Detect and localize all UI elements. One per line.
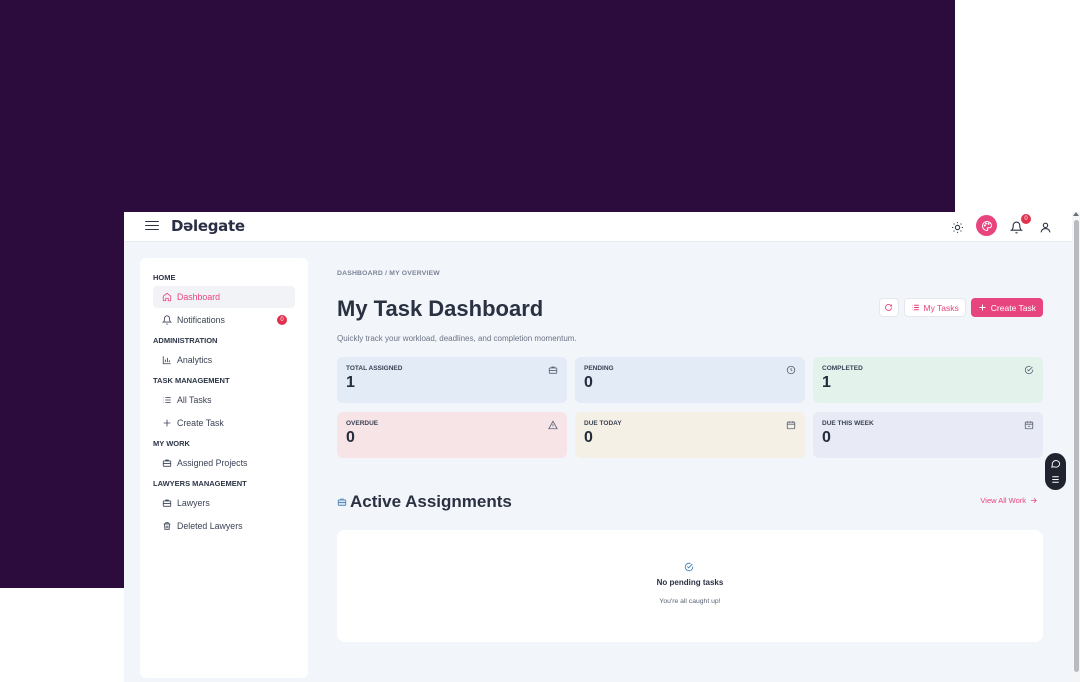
sidebar-section-task-management: TASK MANAGEMENT — [153, 376, 230, 385]
stat-value: 0 — [346, 429, 355, 446]
list-icon — [911, 304, 919, 311]
vertical-scrollbar[interactable] — [1072, 212, 1080, 682]
home-icon — [162, 292, 172, 302]
warning-icon — [548, 420, 558, 430]
my-tasks-label: My Tasks — [923, 302, 959, 313]
my-tasks-button[interactable]: My Tasks — [903, 298, 966, 317]
list-icon — [162, 395, 172, 405]
sidebar-item-deleted-lawyers[interactable]: Deleted Lawyers — [153, 515, 295, 537]
stat-value: 0 — [822, 429, 831, 446]
user-profile-icon[interactable] — [1034, 216, 1056, 238]
stat-card-overdue[interactable]: OVERDUE 0 — [337, 412, 567, 458]
scroll-up-arrow-icon[interactable] — [1073, 212, 1079, 216]
create-task-label: Create Task — [990, 302, 1036, 313]
plus-icon — [979, 304, 986, 311]
sidebar-item-label: Create Task — [177, 418, 224, 428]
stat-card-due-this-week[interactable]: DUE THIS WEEK 0 — [813, 412, 1043, 458]
header-actions: My Tasks Create Task — [878, 298, 1043, 317]
bell-icon — [162, 315, 172, 325]
empty-state-subtitle: You're all caught up! — [659, 598, 721, 605]
stat-value: 1 — [346, 374, 355, 391]
active-assignments-empty-state: No pending tasks You're all caught up! — [337, 530, 1043, 642]
check-circle-icon — [1024, 365, 1034, 375]
page-title: My Task Dashboard — [337, 296, 544, 321]
top-bar: Dəlegate 0 — [124, 212, 1072, 242]
section-title: Active Assignments — [350, 492, 512, 511]
trash-icon — [162, 521, 172, 531]
briefcase-icon — [162, 498, 172, 508]
briefcase-icon — [337, 498, 347, 506]
sidebar-item-label: Lawyers — [177, 498, 210, 508]
hamburger-menu-icon[interactable] — [145, 218, 159, 232]
stat-cards: TOTAL ASSIGNED 1 PENDING 0 COMPLETED 1 O… — [337, 357, 1043, 458]
sidebar-item-analytics[interactable]: Analytics — [153, 349, 295, 371]
floating-action-group — [1045, 453, 1066, 490]
palette-avatar-icon[interactable] — [976, 215, 997, 236]
page-subtitle: Quickly track your workload, deadlines, … — [337, 334, 577, 343]
chat-bubble-icon[interactable] — [1050, 458, 1061, 469]
stat-label: OVERDUE — [346, 420, 379, 427]
stat-card-pending[interactable]: PENDING 0 — [575, 357, 805, 403]
refresh-button[interactable] — [878, 298, 899, 317]
briefcase-icon — [548, 366, 558, 374]
notifications-bell-icon[interactable]: 0 — [1005, 214, 1031, 238]
calendar-icon — [1024, 421, 1034, 430]
active-assignments-header: Active Assignments — [337, 492, 512, 512]
app-window: Dəlegate 0 HOME Dashboard Notifications … — [124, 212, 1080, 682]
notifications-count-badge: 0 — [277, 315, 287, 325]
stat-card-total-assigned[interactable]: TOTAL ASSIGNED 1 — [337, 357, 567, 403]
stat-card-due-today[interactable]: DUE TODAY 0 — [575, 412, 805, 458]
stat-label: COMPLETED — [822, 365, 863, 372]
stat-label: TOTAL ASSIGNED — [346, 365, 403, 372]
menu-lines-icon[interactable] — [1050, 474, 1061, 485]
sidebar-section-lawyers-management: LAWYERS MANAGEMENT — [153, 479, 247, 488]
stat-label: PENDING — [584, 365, 614, 372]
stat-value: 0 — [584, 374, 593, 391]
sidebar-item-label: All Tasks — [177, 395, 212, 405]
sidebar-item-label: Dashboard — [177, 292, 221, 302]
stat-value: 0 — [584, 429, 593, 446]
stat-label: DUE THIS WEEK — [822, 420, 874, 427]
sidebar-item-assigned-projects[interactable]: Assigned Projects — [153, 452, 295, 474]
notification-count-badge: 0 — [1021, 214, 1031, 224]
sidebar-section-administration: ADMINISTRATION — [153, 336, 218, 345]
chart-icon — [162, 355, 172, 365]
breadcrumb: DASHBOARD / MY OVERVIEW — [337, 270, 440, 277]
briefcase-icon — [162, 458, 172, 468]
sidebar-item-label: Assigned Projects — [177, 458, 248, 468]
scrollbar-thumb[interactable] — [1073, 220, 1079, 672]
sidebar-section-my-work: MY WORK — [153, 439, 190, 448]
sidebar: HOME Dashboard Notifications 0 ADMINISTR… — [140, 258, 308, 678]
empty-state-title: No pending tasks — [656, 578, 724, 587]
sidebar-item-label: Deleted Lawyers — [177, 521, 243, 531]
sidebar-item-create-task[interactable]: Create Task — [153, 412, 295, 434]
stat-value: 1 — [822, 374, 831, 391]
clock-icon — [786, 365, 796, 375]
view-all-work-link[interactable]: View All Work — [980, 496, 1038, 505]
create-task-button[interactable]: Create Task — [970, 298, 1043, 317]
check-circle-icon — [684, 562, 694, 572]
plus-icon — [162, 418, 172, 428]
arrow-right-icon — [1030, 497, 1037, 504]
app-logo[interactable]: Dəlegate — [171, 217, 245, 235]
sidebar-item-notifications[interactable]: Notifications 0 — [153, 309, 295, 331]
stat-label: DUE TODAY — [584, 420, 622, 427]
sidebar-item-label: Notifications — [177, 315, 225, 325]
sidebar-section-home: HOME — [153, 273, 176, 282]
calendar-icon — [786, 421, 796, 430]
refresh-icon — [885, 304, 892, 311]
sidebar-item-lawyers[interactable]: Lawyers — [153, 492, 295, 514]
sidebar-item-all-tasks[interactable]: All Tasks — [153, 389, 295, 411]
view-all-label: View All Work — [980, 496, 1026, 505]
theme-toggle-sun-icon[interactable] — [946, 216, 968, 238]
sidebar-item-label: Analytics — [177, 355, 213, 365]
stat-card-completed[interactable]: COMPLETED 1 — [813, 357, 1043, 403]
sidebar-item-dashboard[interactable]: Dashboard — [153, 286, 295, 308]
